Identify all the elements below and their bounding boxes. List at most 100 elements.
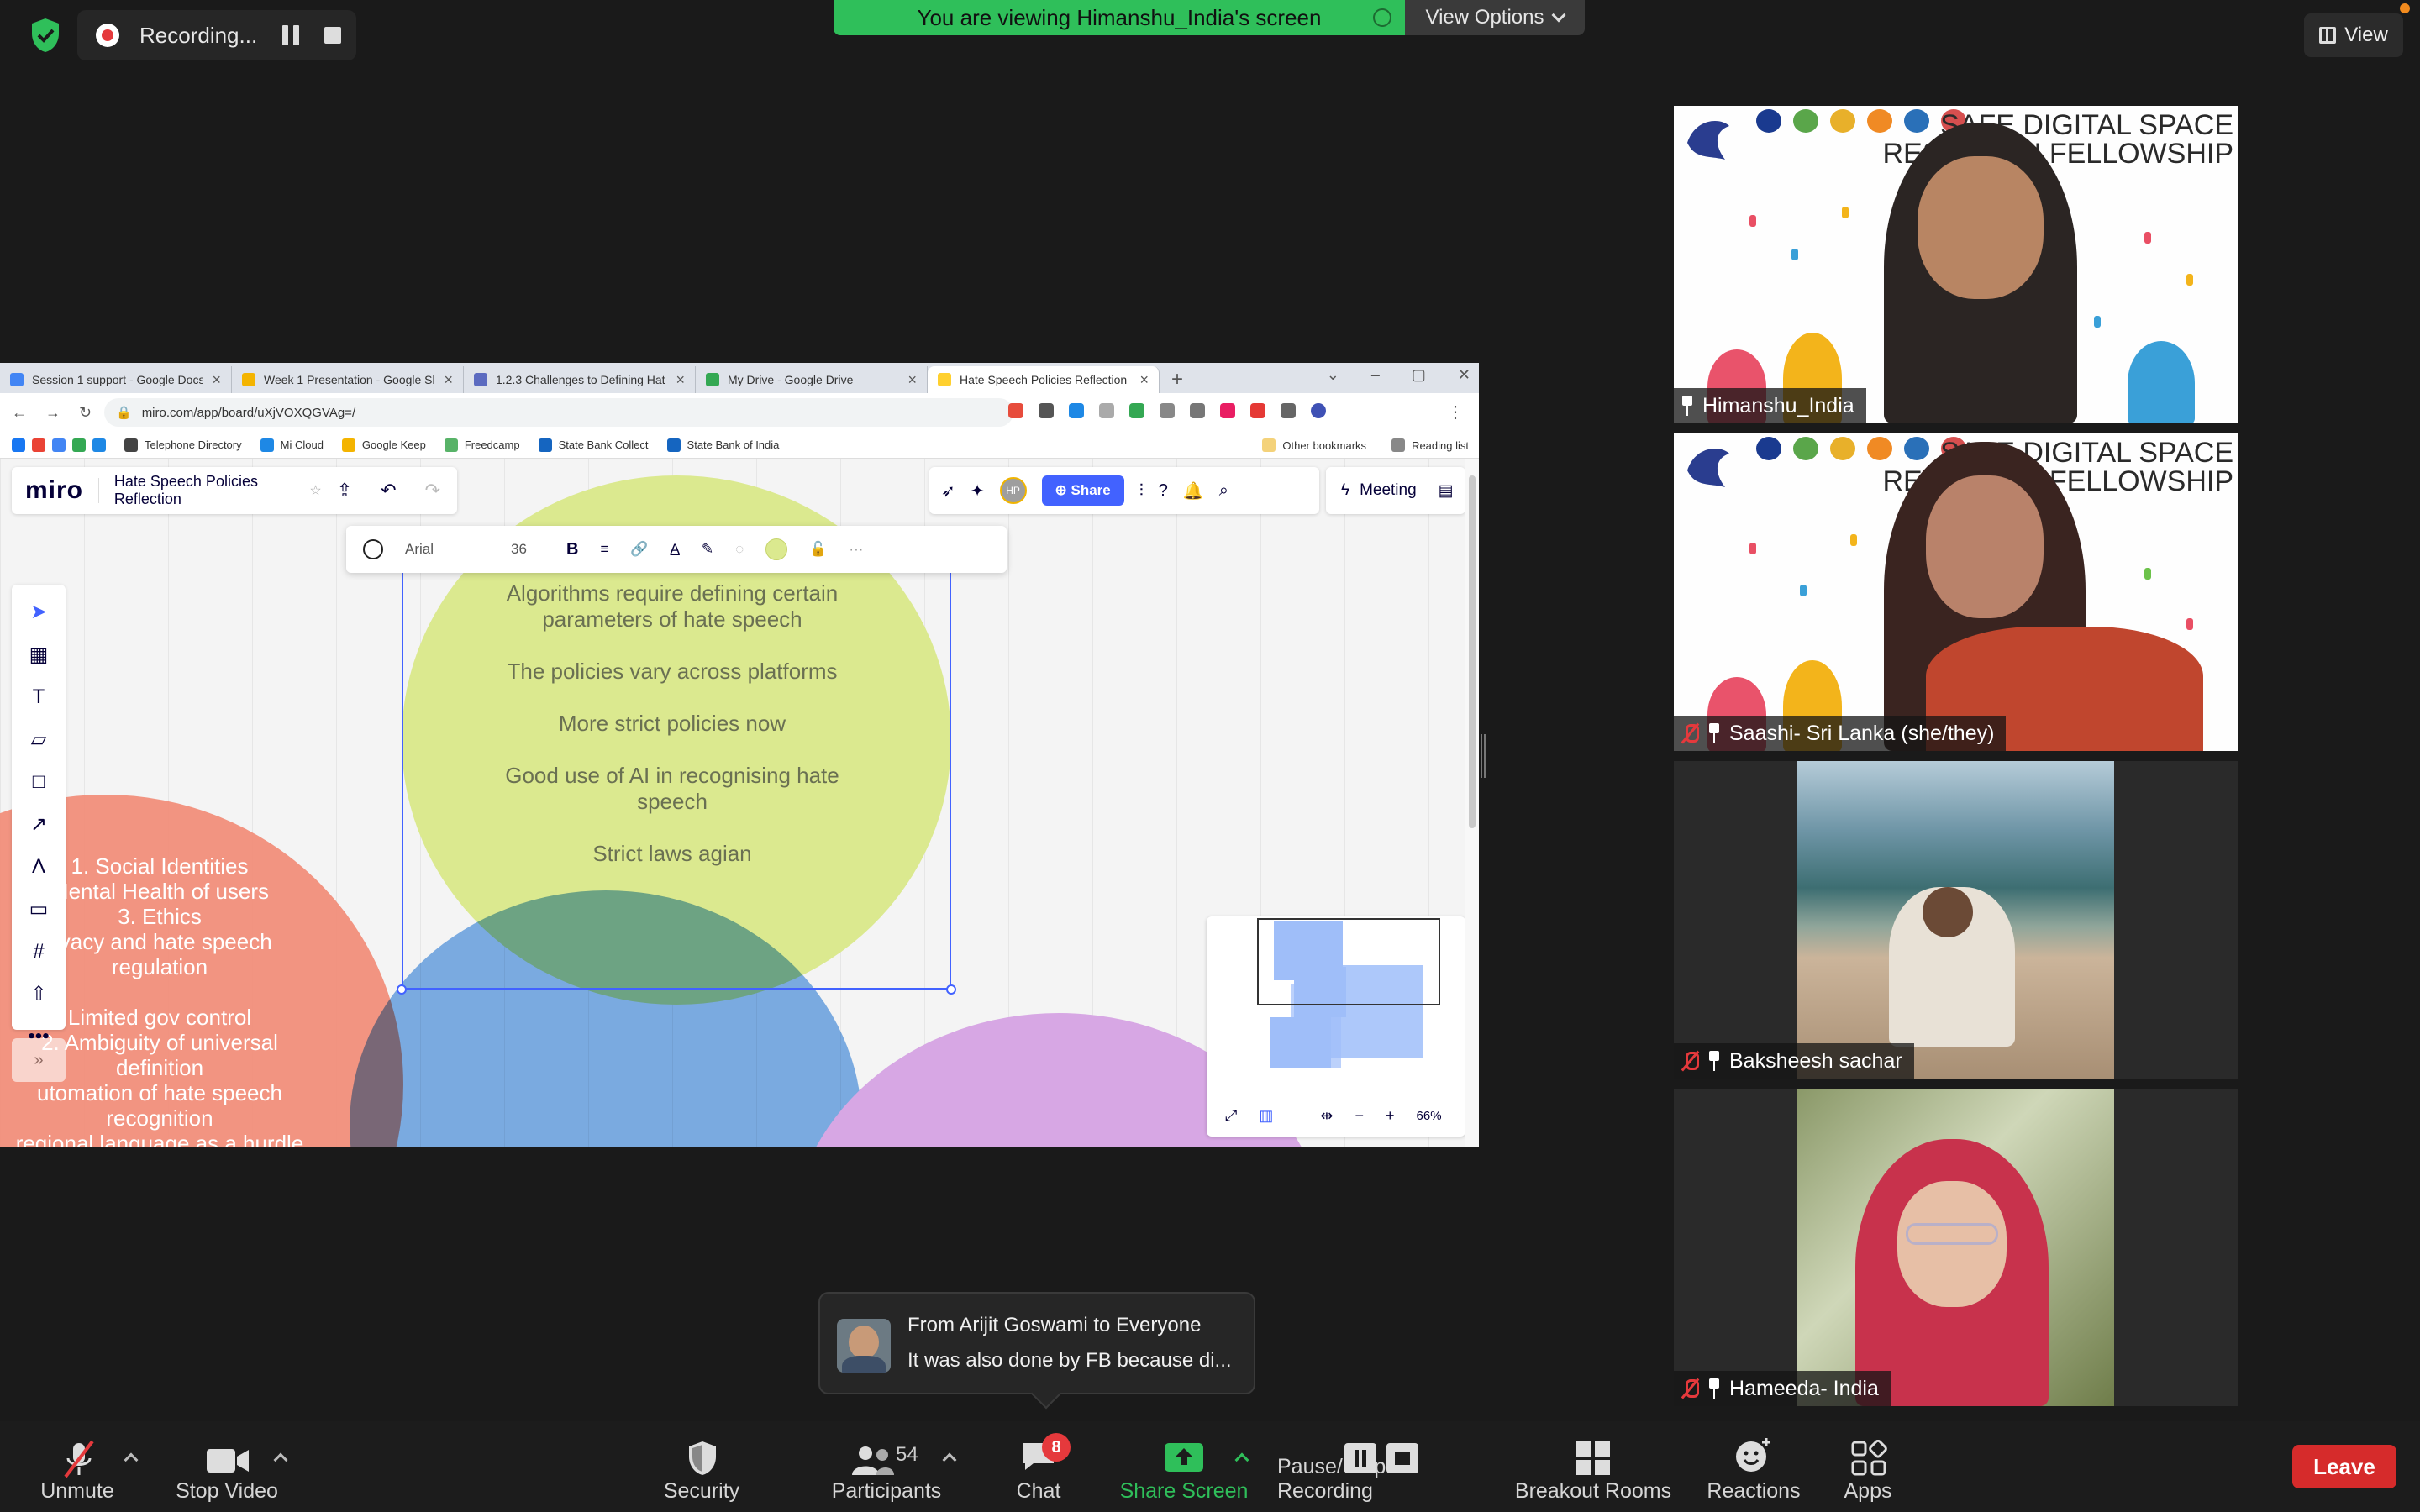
forward-icon[interactable]: → bbox=[45, 404, 60, 422]
frame-icon[interactable]: # bbox=[33, 940, 44, 963]
close-icon[interactable]: × bbox=[908, 371, 917, 389]
board-minimap[interactable]: ⤢ ▥ ⇹ − + 66% bbox=[1207, 916, 1465, 1137]
unmute-button[interactable]: Unmute bbox=[34, 1421, 121, 1512]
zoom-out-icon[interactable]: − bbox=[1355, 1107, 1365, 1125]
help-icon[interactable]: ? bbox=[1159, 481, 1168, 501]
viewport-frame[interactable] bbox=[1257, 918, 1440, 1005]
board-title[interactable]: Hate Speech Policies Reflection bbox=[114, 473, 294, 508]
miro-logo[interactable]: miro bbox=[25, 476, 83, 505]
share-button[interactable]: ⊕ Share bbox=[1041, 475, 1124, 506]
celebrate-icon[interactable]: ✦ bbox=[971, 480, 985, 501]
comment-icon[interactable]: ▭ bbox=[29, 897, 49, 921]
zoom-in-icon[interactable]: + bbox=[1386, 1107, 1395, 1125]
more-icon[interactable]: ··· bbox=[849, 541, 863, 558]
connector-icon[interactable]: ↗ bbox=[30, 812, 47, 837]
pen-icon[interactable]: Λ bbox=[32, 855, 45, 879]
browser-tab[interactable]: Session 1 support - Google Docs × bbox=[0, 366, 232, 393]
close-icon[interactable]: × bbox=[1139, 371, 1149, 389]
tab-search-icon[interactable]: ⌄ bbox=[1327, 366, 1339, 384]
selection-box[interactable] bbox=[402, 551, 951, 990]
other-bookmarks[interactable]: Other bookmarks bbox=[1262, 438, 1366, 452]
bell-icon[interactable]: 🔔 bbox=[1183, 480, 1204, 501]
participant-video-tile[interactable]: Hameeda- India bbox=[1674, 1089, 2238, 1406]
close-icon[interactable]: × bbox=[212, 371, 221, 389]
participants-button[interactable]: Participants bbox=[827, 1421, 946, 1512]
participant-video-tile[interactable]: SAFE DIGITAL SPACE RESEARCH FELLOWSHIP Hi… bbox=[1674, 106, 2238, 423]
font-select[interactable]: Arial bbox=[405, 541, 489, 558]
view-options-dropdown[interactable]: View Options bbox=[1405, 0, 1585, 35]
bookmark-item[interactable]: Freedcamp bbox=[444, 438, 520, 452]
browser-tab[interactable]: My Drive - Google Drive × bbox=[696, 366, 928, 393]
sticky-note-icon[interactable]: ▱ bbox=[31, 727, 46, 752]
close-icon[interactable]: × bbox=[444, 371, 453, 389]
fit-icon[interactable]: ⇹ bbox=[1320, 1107, 1333, 1125]
cursor-icon[interactable]: ➶ bbox=[941, 480, 955, 501]
view-layout-button[interactable]: View bbox=[2304, 13, 2403, 57]
extension-icon[interactable] bbox=[1099, 403, 1114, 418]
bookmark-item[interactable]: State Bank of India bbox=[666, 438, 779, 452]
url-field[interactable]: 🔒 miro.com/app/board/uXjVOXQGVAg=/ bbox=[104, 398, 1013, 427]
profile-avatar[interactable] bbox=[1311, 403, 1326, 418]
new-tab-button[interactable]: + bbox=[1160, 366, 1195, 393]
back-icon[interactable]: ← bbox=[12, 404, 27, 422]
share-screen-button[interactable]: Share Screen bbox=[1119, 1421, 1249, 1512]
pause-stop-recording-button[interactable]: Pause/Stop Recording bbox=[1277, 1421, 1487, 1512]
close-window-icon[interactable]: ✕ bbox=[1458, 366, 1470, 384]
bookmark-item[interactable]: Telephone Directory bbox=[124, 438, 242, 452]
chat-notification[interactable]: From Arijit Goswami to Everyone It was a… bbox=[818, 1292, 1255, 1394]
avatar[interactable]: HP bbox=[999, 477, 1027, 504]
text-tool-icon[interactable]: T bbox=[33, 685, 45, 709]
meeting-button[interactable]: ϟ Meeting ▤ bbox=[1326, 467, 1465, 514]
highlight-icon[interactable]: ✎ bbox=[702, 541, 713, 558]
shape-type-icon[interactable] bbox=[363, 539, 383, 559]
extension-icon[interactable] bbox=[1160, 403, 1175, 418]
leave-button[interactable]: Leave bbox=[2292, 1445, 2396, 1488]
zoom-level[interactable]: 66% bbox=[1417, 1109, 1442, 1123]
apps-button[interactable]: Apps bbox=[1840, 1421, 1896, 1512]
extension-icon[interactable] bbox=[1190, 403, 1205, 418]
resize-handle[interactable] bbox=[397, 984, 407, 995]
notes-icon[interactable]: ▤ bbox=[1439, 481, 1454, 501]
audio-options-caret[interactable] bbox=[124, 1452, 139, 1467]
map-icon[interactable]: ▥ bbox=[1259, 1107, 1273, 1125]
verified-shield-icon[interactable] bbox=[29, 17, 62, 54]
link-icon[interactable]: 🔗 bbox=[630, 541, 648, 558]
security-button[interactable]: Security bbox=[657, 1421, 746, 1512]
participant-video-tile[interactable]: SAFE DIGITAL SPACE RESEARCH FELLOWSHIP Sa… bbox=[1674, 433, 2238, 751]
extension-icon[interactable] bbox=[1129, 403, 1144, 418]
shape-tool-icon[interactable]: □ bbox=[33, 770, 45, 794]
shared-screen[interactable]: Session 1 support - Google Docs × Week 1… bbox=[0, 363, 1479, 1147]
reading-list[interactable]: Reading list bbox=[1392, 438, 1469, 452]
stop-recording-button[interactable] bbox=[324, 27, 341, 44]
text-color-icon[interactable]: A bbox=[671, 541, 680, 558]
settings-sliders-icon[interactable]: ⫶ bbox=[1139, 481, 1144, 501]
templates-icon[interactable]: ▦ bbox=[29, 643, 49, 667]
select-tool-icon[interactable]: ➤ bbox=[30, 600, 47, 624]
miro-board-canvas[interactable]: Algorithms require defining certain para… bbox=[0, 459, 1465, 1147]
breakout-rooms-button[interactable]: Breakout Rooms bbox=[1514, 1421, 1672, 1512]
browser-tab-active[interactable]: Hate Speech Policies Reflection × bbox=[928, 366, 1160, 393]
pause-recording-button[interactable] bbox=[281, 25, 301, 45]
bold-icon[interactable]: B bbox=[566, 540, 578, 559]
bookmark-item[interactable]: Mi Cloud bbox=[260, 438, 324, 452]
redo-icon[interactable]: ↷ bbox=[425, 480, 440, 501]
reload-icon[interactable]: ↻ bbox=[79, 404, 92, 422]
vertical-scrollbar[interactable] bbox=[1465, 459, 1479, 1147]
maximize-icon[interactable]: ▢ bbox=[1412, 366, 1426, 384]
star-icon[interactable]: ☆ bbox=[309, 482, 321, 499]
fill-color-swatch[interactable] bbox=[765, 538, 788, 560]
extension-icon[interactable] bbox=[1220, 403, 1235, 418]
border-style-icon[interactable]: ◌ bbox=[735, 541, 744, 558]
extension-icon[interactable] bbox=[1008, 403, 1023, 418]
puzzle-icon[interactable] bbox=[1281, 403, 1296, 418]
align-icon[interactable]: ≡ bbox=[600, 541, 608, 558]
bookmark-item[interactable]: State Bank Collect bbox=[538, 438, 649, 452]
stop-video-button[interactable]: Stop Video bbox=[171, 1421, 282, 1512]
minimize-icon[interactable]: – bbox=[1371, 366, 1380, 384]
search-icon[interactable]: ⌕ bbox=[1219, 481, 1228, 501]
participant-video-tile[interactable]: Baksheesh sachar bbox=[1674, 761, 2238, 1079]
extension-icon[interactable] bbox=[1039, 403, 1054, 418]
resize-handle[interactable] bbox=[946, 984, 956, 995]
split-handle[interactable] bbox=[1481, 734, 1486, 778]
fullscreen-icon[interactable]: ⤢ bbox=[1225, 1107, 1237, 1125]
